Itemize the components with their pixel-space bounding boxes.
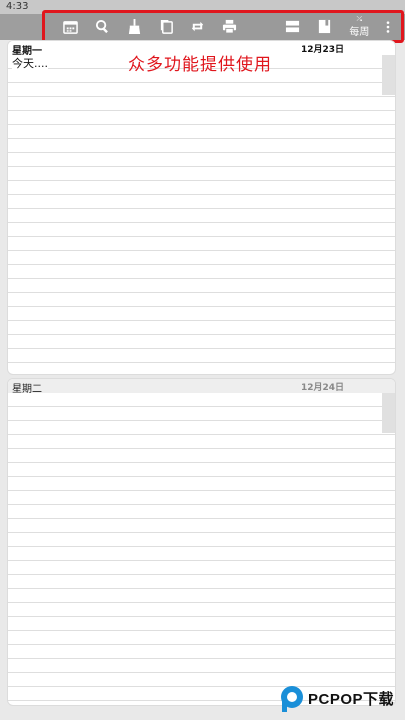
repeat-button[interactable] xyxy=(182,14,214,40)
watermark: PCPOP下载 xyxy=(278,684,403,714)
copy-icon xyxy=(160,19,173,34)
day-name: 星期二 xyxy=(12,384,42,395)
watermark-brand: PCPOP下载 xyxy=(308,691,395,708)
status-time: 4:33 xyxy=(6,1,29,12)
scroll-handle[interactable] xyxy=(382,55,395,95)
calendar-button[interactable] xyxy=(55,14,87,40)
day-date: 12月24日 xyxy=(301,383,345,393)
repeat-icon xyxy=(192,21,204,32)
weekly-label: 每周 xyxy=(349,26,370,38)
print-icon xyxy=(222,19,237,34)
toolbar-highlight: ⤯ 每周 xyxy=(42,10,404,43)
day-card-monday[interactable]: 星期一 12月23日 今天.... xyxy=(7,40,396,375)
scroll-handle[interactable] xyxy=(382,393,395,433)
weekly-view-button[interactable]: ⤯ 每周 xyxy=(343,14,375,40)
day-date: 12月23日 xyxy=(301,45,345,55)
search-button[interactable] xyxy=(87,14,119,40)
more-vert-icon xyxy=(386,20,390,33)
broom-icon xyxy=(128,19,140,34)
pcpop-logo-icon xyxy=(281,686,303,712)
switch-icon: ⤯ xyxy=(356,14,363,23)
notebook-button[interactable] xyxy=(309,14,341,40)
more-button[interactable] xyxy=(375,14,401,40)
promo-text: 众多功能提供使用 xyxy=(128,55,272,75)
layout-button[interactable] xyxy=(277,14,309,40)
moon-icon xyxy=(259,19,266,34)
search-icon xyxy=(96,19,108,34)
layout-icon xyxy=(286,20,300,33)
day-header: 星期二 12月24日 xyxy=(8,379,395,395)
night-mode-button[interactable] xyxy=(245,14,277,40)
day-card-tuesday[interactable]: 星期二 12月24日 xyxy=(7,378,396,706)
clean-button[interactable] xyxy=(118,14,150,40)
print-button[interactable] xyxy=(214,14,246,40)
day-note[interactable]: 今天.... xyxy=(12,55,48,71)
copy-button[interactable] xyxy=(150,14,182,40)
notebook-icon xyxy=(318,19,331,34)
calendar-icon xyxy=(63,21,79,34)
